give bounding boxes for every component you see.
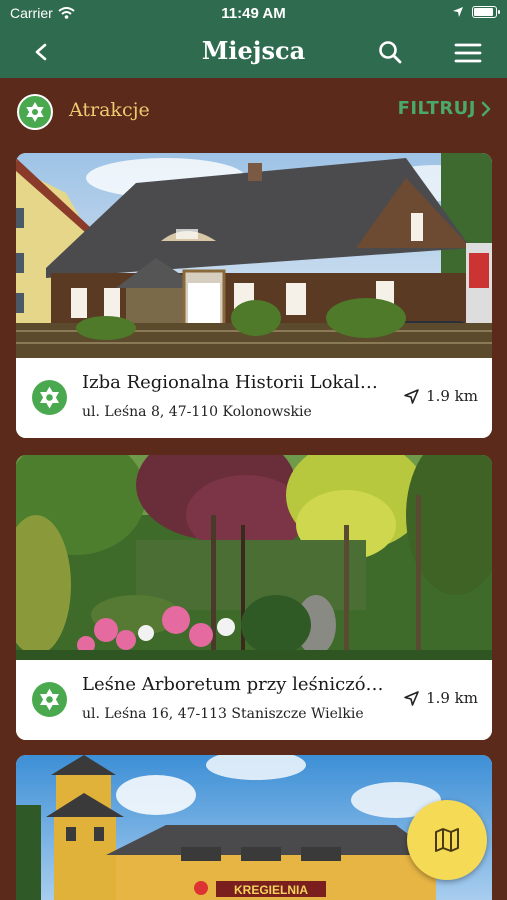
navigation-bar: Miejsca [0, 28, 507, 78]
filter-label: FILTRUJ [397, 98, 476, 119]
place-name: Izba Regionalna Historii Lokalnej [82, 372, 387, 393]
map-icon [435, 828, 459, 852]
page-title: Miejsca [201, 36, 306, 65]
menu-button[interactable] [452, 40, 484, 66]
place-address: ul. Leśna 16, 47-113 Staniszcze Wielkie [82, 706, 364, 722]
chevron-right-icon [481, 101, 491, 116]
navigation-arrow-icon [404, 388, 419, 404]
place-name: Leśne Arboretum przy leśniczówce [82, 674, 387, 695]
place-card[interactable]: Izba Regionalna Historii Lokalnej ul. Le… [16, 153, 492, 438]
category-label: Atrakcje [69, 99, 150, 121]
status-time: 11:49 AM [221, 5, 286, 22]
map-view-button[interactable] [407, 800, 487, 880]
place-address: ul. Leśna 8, 47-110 Kolonowskie [82, 404, 312, 420]
filter-button[interactable]: FILTRUJ [398, 98, 492, 119]
place-photo [16, 455, 492, 660]
building-sign: KREGIELNIA [234, 883, 308, 897]
category-pin [32, 682, 67, 717]
category-badge [17, 94, 53, 130]
distance-value: 1.9 km [426, 387, 478, 405]
battery-level [474, 8, 493, 16]
place-info: Leśne Arboretum przy leśniczówce ul. Leś… [16, 660, 492, 740]
place-distance: 1.9 km [403, 387, 478, 405]
status-bar: Carrier 11:49 AM [0, 0, 507, 28]
navigation-arrow-icon [404, 690, 419, 706]
battery-icon [472, 6, 500, 18]
star-badge-icon [39, 386, 60, 409]
search-button[interactable] [376, 38, 406, 68]
category-pin [32, 380, 67, 415]
category-filter-bar: Atrakcje FILTRUJ [16, 92, 492, 132]
star-badge-icon [26, 102, 44, 122]
place-card[interactable]: Leśne Arboretum przy leśniczówce ul. Leś… [16, 455, 492, 740]
place-info: Izba Regionalna Historii Lokalnej ul. Le… [16, 358, 492, 438]
place-photo [16, 153, 492, 358]
place-distance: 1.9 km [403, 689, 478, 707]
star-badge-icon [39, 688, 60, 711]
location-arrow-icon [453, 7, 463, 17]
distance-value: 1.9 km [426, 689, 478, 707]
